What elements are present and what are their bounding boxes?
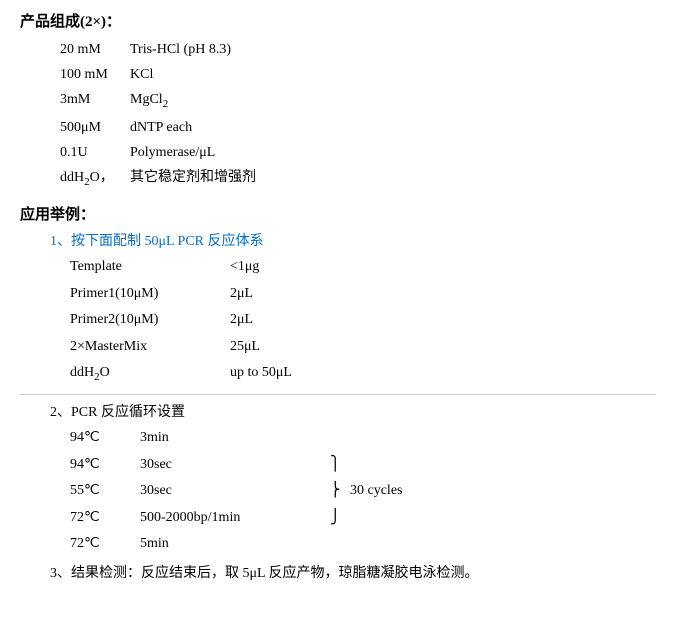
comp-name: 其它稳定剂和增强剂 <box>130 165 656 190</box>
cycle-extra: ⎬ 30 cycles <box>300 478 656 505</box>
usage-section: 应用举例： 1、按下面配制 50μL PCR 反应体系 Template <1μ… <box>20 203 656 582</box>
comp-amount: 0.1U <box>60 140 130 165</box>
cycle-temp: 55℃ <box>70 478 140 505</box>
step3-text: 3、结果检测：反应结束后，取 5μL 反应产物，琼脂糖凝胶电泳检测。 <box>50 562 656 582</box>
list-item: ddH2O up to 50μL <box>70 360 656 388</box>
step2-cycle-block: 94℃ 3min 94℃ 30sec ⎫ 55℃ 30sec ⎬ 30 cycl… <box>70 425 656 558</box>
step1-col1: Template <box>70 254 230 281</box>
list-item: Primer2(10μM) 2μL <box>70 307 656 334</box>
list-item: 100 mM KCl <box>60 62 656 87</box>
list-item: 94℃ 30sec ⎫ <box>70 452 656 479</box>
cycle-time: 30sec <box>140 452 300 479</box>
comp-name: Tris-HCl (pH 8.3) <box>130 37 656 62</box>
list-item: 2×MasterMix 25μL <box>70 334 656 361</box>
comp-amount: 3mM <box>60 87 130 112</box>
step1-col2: <1μg <box>230 254 656 281</box>
comp-name: KCl <box>130 62 656 87</box>
comp-name: MgCl2 <box>130 87 656 115</box>
list-item: Template <1μg <box>70 254 656 281</box>
cycle-time: 3min <box>140 425 300 452</box>
list-item: 72℃ 500-2000bp/1min ⎭ <box>70 505 656 532</box>
comp-amount: 20 mM <box>60 37 130 62</box>
comp-amount: 500μM <box>60 115 130 140</box>
list-item: 20 mM Tris-HCl (pH 8.3) <box>60 37 656 62</box>
list-item: ddH2O， 其它稳定剂和增强剂 <box>60 165 656 193</box>
comp-name: Polymerase/μL <box>130 140 656 165</box>
comp-amount: 100 mM <box>60 62 130 87</box>
step1-col1: Primer2(10μM) <box>70 307 230 334</box>
cycle-time: 500-2000bp/1min <box>140 505 300 532</box>
list-item: 72℃ 5min <box>70 531 656 558</box>
cycle-temp: 72℃ <box>70 531 140 558</box>
list-item: Primer1(10μM) 2μL <box>70 281 656 308</box>
cycle-temp: 72℃ <box>70 505 140 532</box>
step1-col1: Primer1(10μM) <box>70 281 230 308</box>
component-list: 20 mM Tris-HCl (pH 8.3) 100 mM KCl 3mM M… <box>60 37 656 193</box>
cycle-time: 30sec <box>140 478 300 505</box>
cycle-extra: ⎫ <box>300 452 656 479</box>
list-item: 500μM dNTP each <box>60 115 656 140</box>
step1-col2: 25μL <box>230 334 656 361</box>
step1-col2: up to 50μL <box>230 360 656 387</box>
step2-title: 2、PCR 反应循环设置 <box>50 401 656 421</box>
cycle-extra: ⎭ <box>300 505 656 532</box>
product-components-section: 产品组成(2×)： 20 mM Tris-HCl (pH 8.3) 100 mM… <box>20 10 656 193</box>
cycles-label: 30 cycles <box>350 483 402 498</box>
step1-title: 1、按下面配制 50μL PCR 反应体系 <box>50 230 656 250</box>
comp-amount: ddH2O， <box>60 165 130 193</box>
step1-table: Template <1μg Primer1(10μM) 2μL Primer2(… <box>70 254 656 388</box>
cycle-time: 5min <box>140 531 300 558</box>
list-item: 0.1U Polymerase/μL <box>60 140 656 165</box>
cycle-temp: 94℃ <box>70 425 140 452</box>
step1-col1: ddH2O <box>70 360 230 388</box>
product-title: 产品组成(2×)： <box>20 10 656 31</box>
step1-col2: 2μL <box>230 281 656 308</box>
step1-col2: 2μL <box>230 307 656 334</box>
usage-title: 应用举例： <box>20 203 656 224</box>
cycle-temp: 94℃ <box>70 452 140 479</box>
step1-col1: 2×MasterMix <box>70 334 230 361</box>
list-item: 94℃ 3min <box>70 425 656 452</box>
divider <box>20 394 656 395</box>
comp-name: dNTP each <box>130 115 656 140</box>
list-item: 3mM MgCl2 <box>60 87 656 115</box>
list-item: 55℃ 30sec ⎬ 30 cycles <box>70 478 656 505</box>
